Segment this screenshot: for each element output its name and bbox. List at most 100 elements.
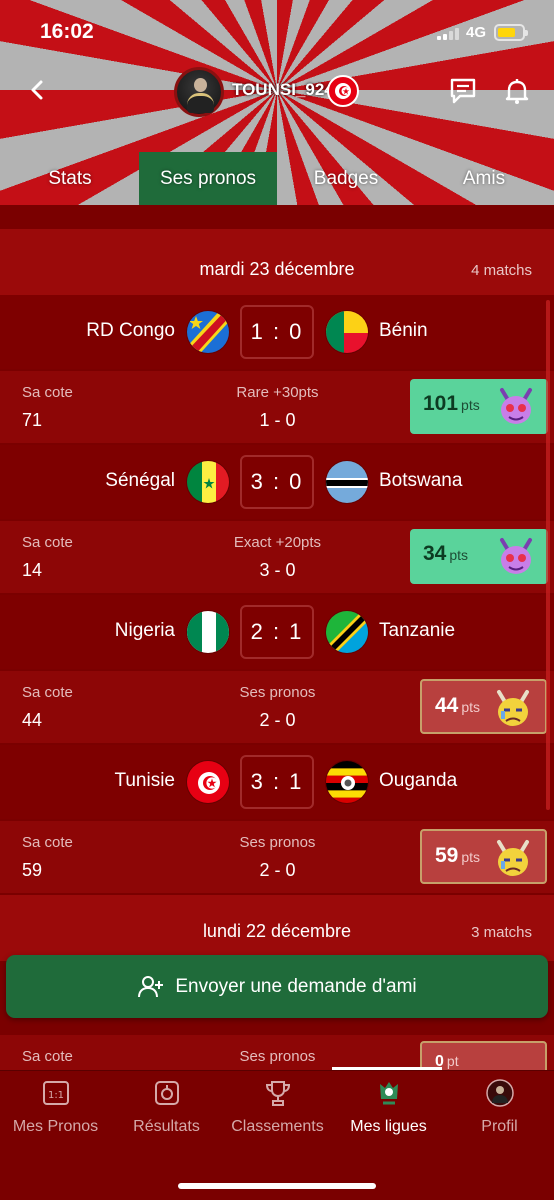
avatar[interactable] [174,67,224,117]
timer-icon [154,1081,179,1105]
home-indicator [178,1183,376,1189]
status-bar: 16:02 4G [0,0,554,60]
scrollbar[interactable] [546,300,550,810]
prono-label: Ses pronos [239,1048,316,1065]
back-arrow-icon[interactable] [26,78,50,102]
home-team: Nigeria [114,620,175,641]
points-unit: pts [461,699,481,715]
points-badge: 101 pts [410,379,548,434]
sad-mascot-icon [497,840,529,876]
points-value: 101 [423,392,459,415]
network-type: 4G [466,24,487,41]
cote-label: Sa cote [22,684,73,701]
tanzania-flag-icon [325,610,369,654]
username: TOUNSI_924 [232,80,334,99]
points-badge: 0 pt [420,1041,547,1070]
score: 2 : 1 [240,605,314,659]
cote-value: 59 [22,860,43,880]
prono-label: Ses pronos [239,684,316,701]
score: 3 : 1 [240,755,314,809]
points-unit: pts [449,547,469,563]
away-team: Bénin [379,320,428,341]
senegal-flag-icon [186,460,230,504]
prono-value: 2 - 0 [259,710,296,730]
day-header: mardi 23 décembre 4 matchs [0,229,554,295]
tab-ses-pronos[interactable]: Ses pronos [139,152,277,205]
points-unit: pts [461,849,481,865]
happy-mascot-icon [500,538,532,574]
pronos-list[interactable]: mardi 23 décembre 4 matchs RD Congo 1 : … [0,205,554,1070]
league-icon [379,1082,398,1105]
trophy-icon [265,1081,290,1106]
cote-value: 44 [22,710,43,730]
box-1-1-icon: 1:1 [42,1081,69,1105]
tunisia-flag-icon [186,760,230,804]
avatar-icon [485,1079,514,1107]
signal-icon [437,28,459,40]
tab-amis[interactable]: Amis [434,152,534,205]
nav-label: Mes Pronos [12,1118,99,1135]
day-match-count: 4 matchs [471,262,532,279]
prono-label: Rare +30pts [236,384,319,401]
send-friend-request-button[interactable]: Envoyer une demande d'ami [6,955,548,1018]
prono-row: Sa cote 44 Ses pronos 2 - 0 44 pts [0,671,554,743]
profile-tabs: Stats Ses pronos Badges Amis [0,152,554,207]
away-team: Tanzanie [379,620,456,641]
nav-classements[interactable]: Classements [222,1079,333,1136]
nav-mes-pronos[interactable]: 1:1 Mes Pronos [0,1079,111,1136]
benin-flag-icon [325,310,369,354]
home-team: Tunisie [114,770,175,791]
botswana-flag-icon [325,460,369,504]
sad-mascot-icon [497,690,529,726]
bottom-nav: 1:1 Mes Pronos Résultats Classements Mes… [0,1067,554,1200]
status-time: 16:02 [40,20,94,43]
nav-resultats[interactable]: Résultats [111,1079,222,1136]
active-nav-indicator [332,1067,442,1070]
prono-value: 3 - 0 [259,560,296,580]
prono-row: Sa cote 14 Exact +20pts 3 - 0 34 pts [0,521,554,593]
prono-value: 2 - 0 [259,860,296,880]
nav-label: Classements [231,1118,324,1135]
points-badge: 59 pts [420,829,547,884]
bell-icon[interactable] [502,76,532,106]
add-user-icon [138,975,164,997]
nav-label: Résultats [133,1118,200,1135]
tab-badges[interactable]: Badges [296,152,396,205]
points-badge: 44 pts [420,679,547,734]
points-value: 59 [435,844,459,867]
nav-label: Mes ligues [350,1118,427,1135]
svg-text:1:1: 1:1 [47,1090,63,1101]
points-unit: pt [446,1053,459,1069]
drc-flag-icon [186,310,230,354]
prono-row: Sa cote 59 Ses pronos 2 - 0 59 pts [0,821,554,893]
match-row[interactable]: Nigeria 2 : 1 Tanzanie [0,595,554,669]
uganda-flag-icon [325,760,369,804]
nav-profil[interactable]: Profil [444,1079,554,1136]
prono-row: Sa cote Ses pronos 0 pt [0,1035,554,1070]
tunisia-flag-icon [327,75,359,107]
match-row[interactable]: Sénégal 3 : 0 Botswana [0,445,554,519]
prono-value: 1 - 0 [259,410,296,430]
chat-icon[interactable] [448,76,478,106]
points-unit: pts [461,397,480,413]
home-team: Sénégal [105,470,175,491]
home-team: RD Congo [86,320,175,341]
nav-mes-ligues[interactable]: Mes ligues [333,1079,444,1136]
day-match-count: 3 matchs [471,924,532,941]
match-row[interactable]: RD Congo 1 : 0 Bénin [0,295,554,369]
tab-stats[interactable]: Stats [20,152,120,205]
score: 1 : 0 [240,305,314,359]
prono-row: Sa cote 71 Rare +30pts 1 - 0 101 pts [0,371,554,443]
cote-label: Sa cote [22,534,73,551]
points-badge: 34 pts [410,529,548,584]
cote-value: 14 [22,560,43,580]
score: 3 : 0 [240,455,314,509]
points-value: 44 [435,694,459,717]
friend-button-label: Envoyer une demande d'ami [175,975,417,997]
battery-icon [494,24,528,41]
match-row[interactable]: Tunisie 3 : 1 Ouganda [0,745,554,819]
away-team: Ouganda [379,770,458,791]
happy-mascot-icon [500,388,532,424]
prono-label: Ses pronos [239,834,316,851]
away-team: Botswana [379,470,463,491]
